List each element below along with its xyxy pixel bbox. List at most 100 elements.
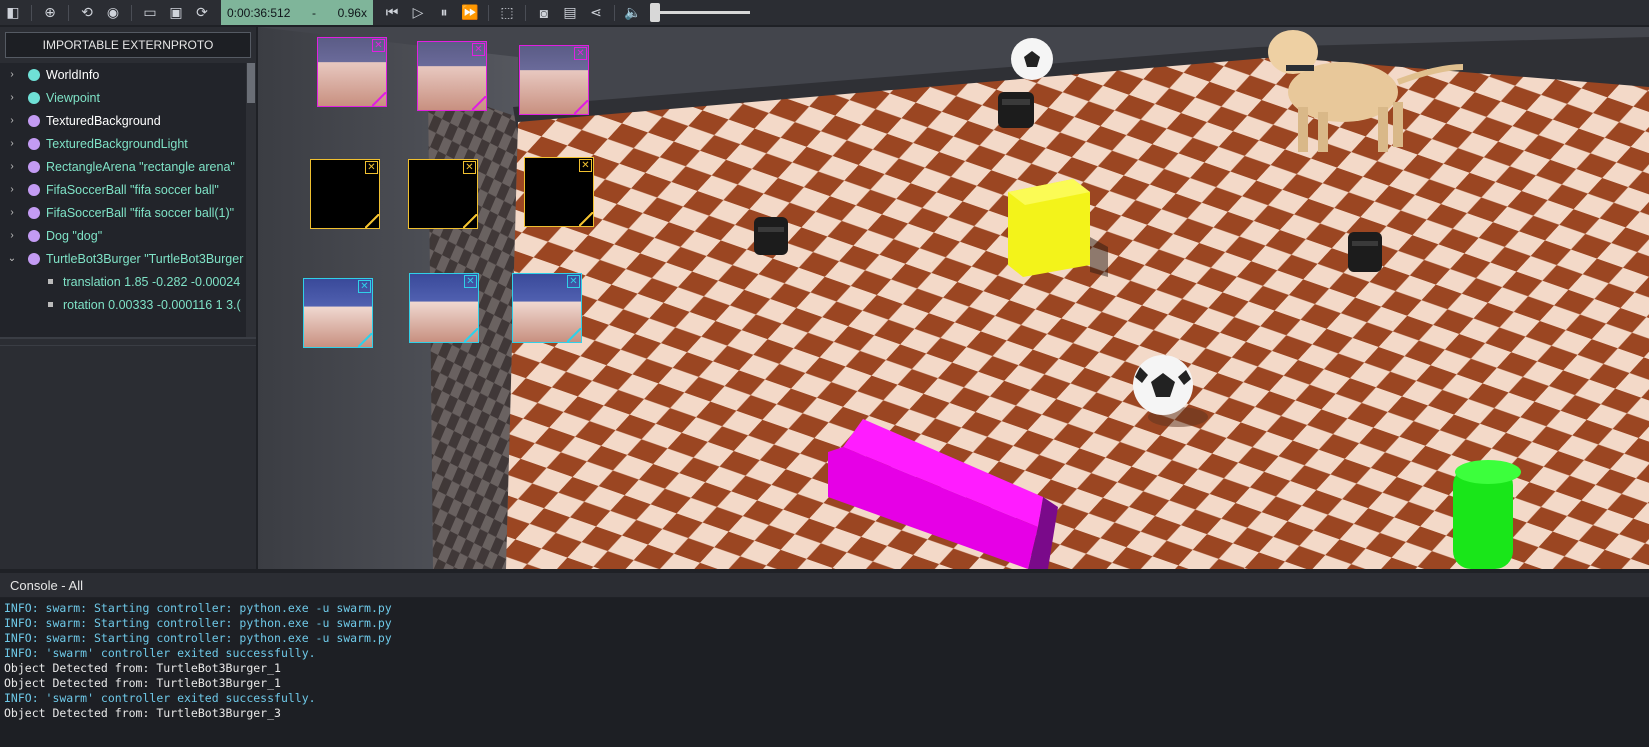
camera-overlay[interactable]: ✕ <box>409 273 479 343</box>
simulation-time-display: 0:00:36:512 - 0.96x <box>221 0 373 25</box>
reset-view-icon[interactable]: ⟲ <box>74 0 100 25</box>
tree-item-label: TexturedBackground <box>46 113 161 128</box>
camera-overlay[interactable]: ✕ <box>417 41 487 111</box>
camera-overlay[interactable]: ✕ <box>303 278 373 348</box>
expand-arrow-icon[interactable]: › <box>6 161 18 172</box>
expand-arrow-icon[interactable]: › <box>6 115 18 126</box>
tree-item[interactable]: › TexturedBackgroundLight <box>0 132 256 155</box>
close-overlay-icon[interactable]: ✕ <box>567 275 580 288</box>
volume-track[interactable] <box>652 11 750 14</box>
console-line: INFO: 'swarm' controller exited successf… <box>4 691 316 705</box>
toolbar-separator <box>31 4 32 21</box>
resize-overlay-icon[interactable] <box>372 92 386 106</box>
toolbar-separator <box>131 4 132 21</box>
resize-overlay-icon[interactable] <box>464 328 478 342</box>
fast-forward-icon[interactable]: ⏩ <box>457 0 483 25</box>
volume-slider[interactable] <box>650 0 750 25</box>
node-type-icon <box>28 229 40 242</box>
share-icon[interactable]: ⋖ <box>583 0 609 25</box>
expand-arrow-open-icon[interactable]: ⌄ <box>6 253 18 264</box>
resize-overlay-icon[interactable] <box>365 214 379 228</box>
field-bullet-icon <box>48 279 53 284</box>
volume-handle[interactable] <box>650 3 660 22</box>
sidebar-toggle-icon[interactable]: ◧ <box>0 0 26 25</box>
tree-field-item[interactable]: rotation 0.00333 -0.000116 1 3.( <box>0 293 256 316</box>
node-type-icon <box>28 137 40 150</box>
console-line: INFO: 'swarm' controller exited successf… <box>4 646 316 660</box>
open-file-icon[interactable]: ▭ <box>137 0 163 25</box>
tree-item[interactable]: › WorldInfo <box>0 63 256 86</box>
close-overlay-icon[interactable]: ✕ <box>574 47 587 60</box>
toolbar-separator <box>68 4 69 21</box>
tree-item-label: RectangleArena "rectangle arena" <box>46 159 235 174</box>
node-type-icon <box>28 114 40 127</box>
console-header: Console - All <box>0 573 1649 597</box>
reload-icon[interactable]: ⟳ <box>189 0 215 25</box>
resize-overlay-icon[interactable] <box>579 212 593 226</box>
camera-overlay[interactable]: ✕ <box>512 273 582 343</box>
film-icon[interactable]: ▤ <box>557 0 583 25</box>
turtlebot-robot <box>754 217 788 255</box>
tree-item[interactable]: › TexturedBackground <box>0 109 256 132</box>
pause-icon[interactable]: ⏸ <box>431 0 457 25</box>
tree-item-label: Viewpoint <box>46 90 100 105</box>
turtlebot-robot <box>1348 232 1382 272</box>
simulation-speed: 0.96x <box>337 5 367 20</box>
resize-overlay-icon[interactable] <box>472 96 486 110</box>
camera-overlay[interactable]: ✕ <box>317 37 387 107</box>
tree-item-label: TurtleBot3Burger "TurtleBot3Burger <box>46 251 244 266</box>
camera-overlay[interactable]: ✕ <box>408 159 478 229</box>
toolbar-separator <box>525 4 526 21</box>
resize-overlay-icon[interactable] <box>358 333 372 347</box>
tree-item[interactable]: › FifaSoccerBall "fifa soccer ball(1)" <box>0 201 256 224</box>
camera-icon[interactable]: ◙ <box>531 0 557 25</box>
tree-scroll-thumb[interactable] <box>247 63 255 103</box>
node-type-icon <box>28 252 40 265</box>
green-cylinder <box>1453 460 1521 569</box>
tree-scrollbar[interactable] <box>246 63 256 337</box>
play-icon[interactable]: ▷ <box>405 0 431 25</box>
add-node-icon[interactable]: ⊕ <box>37 0 63 25</box>
close-overlay-icon[interactable]: ✕ <box>579 159 592 172</box>
tree-item-label: FifaSoccerBall "fifa soccer ball(1)" <box>46 205 235 220</box>
tree-field-item[interactable]: translation 1.85 -0.282 -0.00024 <box>0 270 256 293</box>
expand-arrow-icon[interactable]: › <box>6 92 18 103</box>
step-back-icon[interactable]: ⏮ <box>379 0 405 25</box>
close-overlay-icon[interactable]: ✕ <box>365 161 378 174</box>
node-type-icon <box>28 160 40 173</box>
camera-overlay[interactable]: ✕ <box>524 157 594 227</box>
expand-arrow-icon[interactable]: › <box>6 207 18 218</box>
camera-overlay[interactable]: ✕ <box>519 45 589 115</box>
3d-cube-icon[interactable]: ⬚ <box>494 0 520 25</box>
close-overlay-icon[interactable]: ✕ <box>358 280 371 293</box>
console-title: Console - All <box>10 577 83 593</box>
resize-overlay-icon[interactable] <box>574 100 588 114</box>
save-icon[interactable]: ▣ <box>163 0 189 25</box>
tree-item[interactable]: › Viewpoint <box>0 86 256 109</box>
camera-overlay[interactable]: ✕ <box>310 159 380 229</box>
importable-externproto-button[interactable]: IMPORTABLE EXTERNPROTO <box>5 32 251 58</box>
close-overlay-icon[interactable]: ✕ <box>464 275 477 288</box>
field-bullet-icon <box>48 302 53 307</box>
close-overlay-icon[interactable]: ✕ <box>472 43 485 56</box>
tree-item[interactable]: › FifaSoccerBall "fifa soccer ball" <box>0 178 256 201</box>
3d-view[interactable]: ✕ ✕ ✕ ✕ ✕ ✕ ✕ ✕ ✕ <box>258 27 1649 569</box>
console-body[interactable]: INFO: swarm: Starting controller: python… <box>0 598 1649 747</box>
expand-arrow-icon[interactable]: › <box>6 230 18 241</box>
mute-icon[interactable]: 🔈 <box>620 0 646 25</box>
resize-overlay-icon[interactable] <box>463 214 477 228</box>
visibility-icon[interactable]: ◉ <box>100 0 126 25</box>
tree-item[interactable]: › Dog "dog" <box>0 224 256 247</box>
tree-item-label: FifaSoccerBall "fifa soccer ball" <box>46 182 219 197</box>
expand-arrow-icon[interactable]: › <box>6 138 18 149</box>
tree-item[interactable]: › RectangleArena "rectangle arena" <box>0 155 256 178</box>
resize-overlay-icon[interactable] <box>567 328 581 342</box>
tree-item[interactable]: ⌄ TurtleBot3Burger "TurtleBot3Burger <box>0 247 256 270</box>
expand-arrow-icon[interactable]: › <box>6 69 18 80</box>
toolbar-separator <box>488 4 489 21</box>
close-overlay-icon[interactable]: ✕ <box>463 161 476 174</box>
expand-arrow-icon[interactable]: › <box>6 184 18 195</box>
field-label: rotation 0.00333 -0.000116 1 3.( <box>63 297 241 312</box>
close-overlay-icon[interactable]: ✕ <box>372 39 385 52</box>
console-line: INFO: swarm: Starting controller: python… <box>4 601 392 615</box>
